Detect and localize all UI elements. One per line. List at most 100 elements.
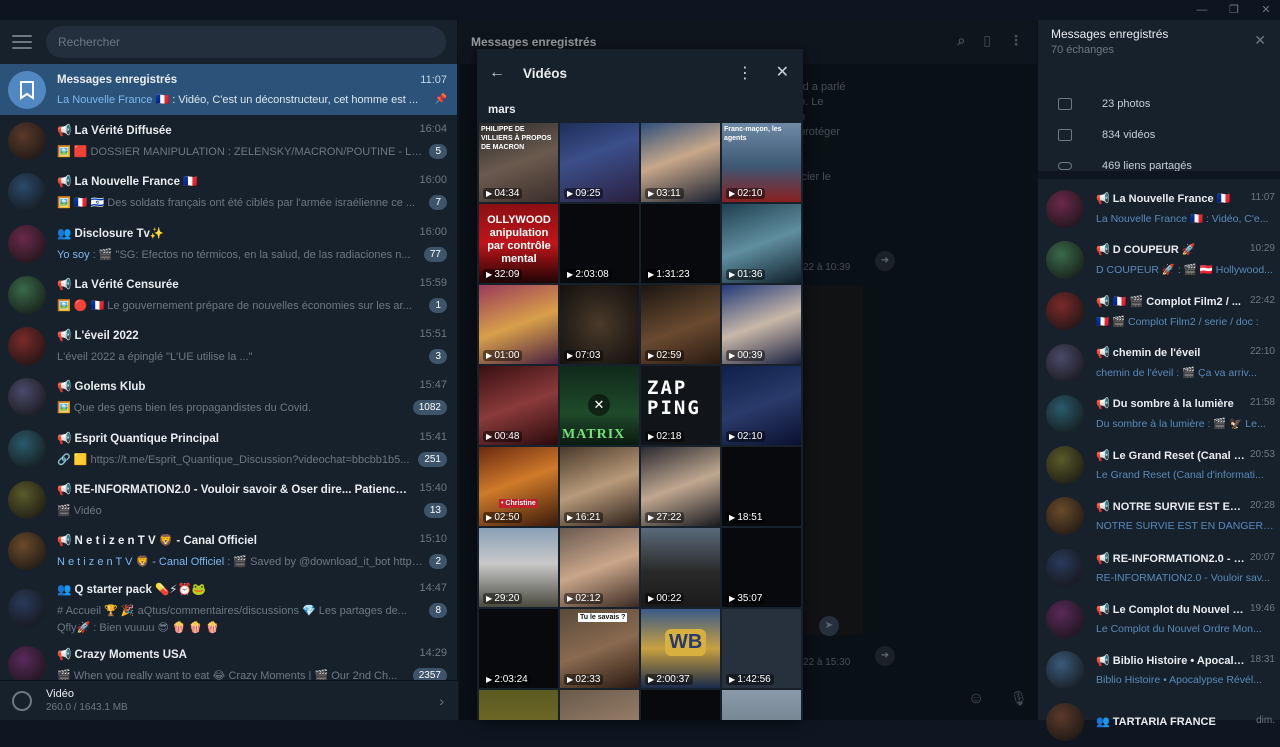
video-thumbnail[interactable]: OLLYWOOD anipulation par contrôle mental… [479, 204, 558, 283]
video-duration: ▶ 00:22 [645, 593, 685, 604]
shared-chat-row[interactable]: 📢 Du sombre à la lumière 21:58 Du sombre à… [1038, 388, 1280, 439]
chat-name: 📢 Le Complot du Nouvel O... [1096, 604, 1246, 617]
video-thumbnail[interactable]: ▶ 00:48 [479, 366, 558, 445]
shared-chat-row[interactable]: 📢 NOTRE SURVIE EST EN D... 20:28 NOTRE SUR… [1038, 491, 1280, 542]
shared-chat-row[interactable]: 📢 RE-INFORMATION2.0 - V... 20:07 RE-INFORM… [1038, 542, 1280, 593]
back-arrow-icon[interactable]: ← [489, 64, 505, 82]
video-thumbnail[interactable]: ▶ 2:03:08 [560, 204, 639, 283]
chat-preview: Le Complot du Nouvel Ordre Mon... [1096, 623, 1262, 636]
video-thumbnail[interactable]: ▶ 18:51 [722, 447, 801, 526]
cancel-download-icon[interactable]: ✕ [588, 394, 610, 416]
video-thumbnail[interactable] [560, 690, 639, 720]
video-thumbnail[interactable]: PHILIPPE DE VILLIERS À PROPOS DE MACRON ▶… [479, 123, 558, 202]
duration-text: 1:31:23 [656, 269, 690, 280]
video-duration: ▶ 02:18 [645, 431, 685, 442]
video-thumbnail[interactable]: ▶ 02:10 [722, 366, 801, 445]
shared-chat-row[interactable]: 📢 Le Grand Reset (Canal d'... 20:53 Le Gra… [1038, 440, 1280, 491]
chat-row[interactable]: 👥 Disclosure Tv✨ 16:00 Yo soy : 🎬 "SG: Efe… [0, 218, 457, 269]
chevron-right-icon[interactable]: › [439, 693, 444, 709]
search-input[interactable]: Rechercher [46, 26, 446, 58]
chat-row[interactable]: Messages enregistrés 11:07 La Nouvelle Fra… [0, 64, 457, 116]
video-thumbnail[interactable]: ▶ 2:03:24 [479, 609, 558, 688]
duration-text: 2:03:08 [575, 269, 609, 280]
video-thumbnail[interactable]: ▶ 16:21 [560, 447, 639, 526]
shared-chat-row[interactable]: 👥 TARTARIA FRANCE dim. [1038, 696, 1280, 747]
video-thumbnail[interactable]: ▶ 27:22 [641, 447, 720, 526]
duration-text: 27:22 [656, 512, 682, 523]
minimize-button[interactable]: — [1188, 2, 1216, 18]
maximize-button[interactable]: ❐ [1220, 2, 1248, 18]
chat-row[interactable]: 📢 La Nouvelle France 🇫🇷 16:00 🖼️ 🇫🇷 🇮🇱 Des… [0, 167, 457, 218]
menu-icon[interactable] [12, 35, 32, 49]
video-thumbnail[interactable]: Franc-maçon, les agents ▶ 02:10 [722, 123, 801, 202]
chat-preview: # Accueil 🏆 🎉 aQtus/commentaires/discuss… [57, 604, 407, 617]
chat-time: 15:51 [419, 328, 447, 341]
video-thumbnail[interactable]: ▶ 00:39 [722, 285, 801, 364]
chat-message: # Accueil 🏆 🎉 aQtus/commentaires/discuss… [57, 604, 407, 617]
video-thumbnail[interactable]: ▶ 1:42:56 [722, 609, 801, 688]
shared-chat-row[interactable]: 📢 D COUPEUR 🚀 10:29 D COUPEUR 🚀 : 🎬 🇦🇹 Hol… [1038, 234, 1280, 285]
chat-list: Messages enregistrés 11:07 La Nouvelle Fra… [0, 64, 457, 690]
video-thumbnail[interactable]: ZAP PING ▶ 02:18 [641, 366, 720, 445]
more-icon[interactable]: ⋮ [737, 63, 753, 83]
video-thumbnail[interactable]: ▶ 07:03 [560, 285, 639, 364]
shared-chat-row[interactable]: 📢 La Nouvelle France 🇫🇷 11:07 La Nouvelle … [1038, 183, 1280, 234]
shared-media-row[interactable]: 834 vidéos [1058, 129, 1155, 141]
avatar [1046, 189, 1084, 228]
thumbnail-caption: WB [665, 629, 707, 656]
chat-name: 📢 N e t i z e n T V 🦁 - Canal Officiel [57, 535, 257, 548]
video-thumbnail[interactable]: ▶ 29:20 [479, 528, 558, 607]
video-thumbnail[interactable]: ▶ 01:36 [722, 204, 801, 283]
chat-row[interactable]: 📢 N e t i z e n T V 🦁 - Canal Officiel 15… [0, 526, 457, 577]
chat-time: 15:40 [419, 482, 447, 495]
chat-row[interactable]: 📢 L'éveil 2022 15:51 L'éveil 2022 a épingl… [0, 320, 457, 371]
chat-row[interactable]: 👥 Q starter pack 💊⚡⏰🐸 14:47 # Accueil 🏆 🎉 … [0, 577, 457, 639]
close-icon[interactable]: ✕ [1254, 32, 1266, 49]
video-thumbnail[interactable]: MATRIX ✕ [560, 366, 639, 445]
chat-preview: Du sombre à la lumière : 🎬 🦅 Le... [1096, 418, 1266, 431]
video-thumbnail[interactable] [479, 690, 558, 720]
video-thumbnail[interactable]: WB ▶ 2:00:37 [641, 609, 720, 688]
shared-chat-row[interactable]: 📢 Biblio Histoire • Apocalyp... 18:31 Bibl… [1038, 645, 1280, 696]
chat-row[interactable]: 📢 Esprit Quantique Principal 15:41 🔗 🟨 htt… [0, 423, 457, 474]
video-thumbnail[interactable] [641, 690, 720, 720]
chat-row[interactable]: 📢 La Vérité Censurée 15:59 🖼️ 🔴 🇫🇷 Le gouv… [0, 269, 457, 320]
shared-chat-row[interactable]: 📢 chemin de l'éveil 22:10 chemin de l'évei… [1038, 337, 1280, 388]
video-duration: ▶ 04:34 [483, 188, 523, 199]
divider [1038, 171, 1280, 179]
media-player-bar[interactable]: Vidéo 260.0 / 1643.1 MB › [0, 680, 458, 720]
shared-chat-row[interactable]: 📢 Le Complot du Nouvel O... 19:46 Le Compl… [1038, 593, 1280, 644]
avatar [1046, 702, 1084, 741]
video-thumbnail[interactable]: Tu le savais ? ▶ 02:33 [560, 609, 639, 688]
chat-row[interactable]: 📢 Golems Klub 15:47 🖼️ Que des gens bien l… [0, 372, 457, 423]
video-thumbnail[interactable]: • Christine ▶ 02:50 [479, 447, 558, 526]
window-close-button[interactable]: ✕ [1252, 2, 1280, 18]
video-thumbnail[interactable] [722, 690, 801, 720]
chat-time: 15:41 [419, 430, 447, 443]
video-duration: ▶ 16:21 [564, 512, 604, 523]
chat-time: 16:00 [419, 174, 447, 187]
shared-media-row[interactable]: 23 photos [1058, 98, 1150, 110]
video-thumbnail[interactable]: ▶ 03:11 [641, 123, 720, 202]
chat-name: Messages enregistrés [57, 73, 178, 86]
chat-row[interactable]: 📢 La Vérité Diffusée 16:04 🖼️ 🟥 DOSSIER MA… [0, 115, 457, 166]
video-thumbnail[interactable]: ▶ 09:25 [560, 123, 639, 202]
chat-sender: Yo soy [57, 248, 90, 261]
chat-row[interactable]: 📢 RE-INFORMATION2.0 - Vouloir savoir & O… [0, 474, 457, 525]
download-icon[interactable] [12, 690, 32, 711]
avatar [1046, 651, 1084, 690]
video-grid: PHILIPPE DE VILLIERS À PROPOS DE MACRON ▶… [477, 123, 803, 720]
unread-badge: 7 [429, 195, 447, 211]
video-thumbnail[interactable]: ▶ 1:31:23 [641, 204, 720, 283]
video-thumbnail[interactable]: ▶ 02:12 [560, 528, 639, 607]
duration-text: 2:00:37 [656, 674, 690, 685]
avatar [8, 645, 46, 684]
video-thumbnail[interactable]: ▶ 35:07 [722, 528, 801, 607]
close-icon[interactable]: ✕ [776, 62, 789, 82]
video-thumbnail[interactable]: ▶ 02:59 [641, 285, 720, 364]
video-thumbnail[interactable]: ▶ 01:00 [479, 285, 558, 364]
shared-chat-row[interactable]: 📢 🇫🇷 🎬 Complot Film2 / ... 22:42 🇫🇷 🎬 Comp… [1038, 286, 1280, 337]
video-duration: ▶ 02:10 [726, 431, 766, 442]
video-duration: ▶ 2:00:37 [645, 674, 693, 685]
video-thumbnail[interactable]: ▶ 00:22 [641, 528, 720, 607]
